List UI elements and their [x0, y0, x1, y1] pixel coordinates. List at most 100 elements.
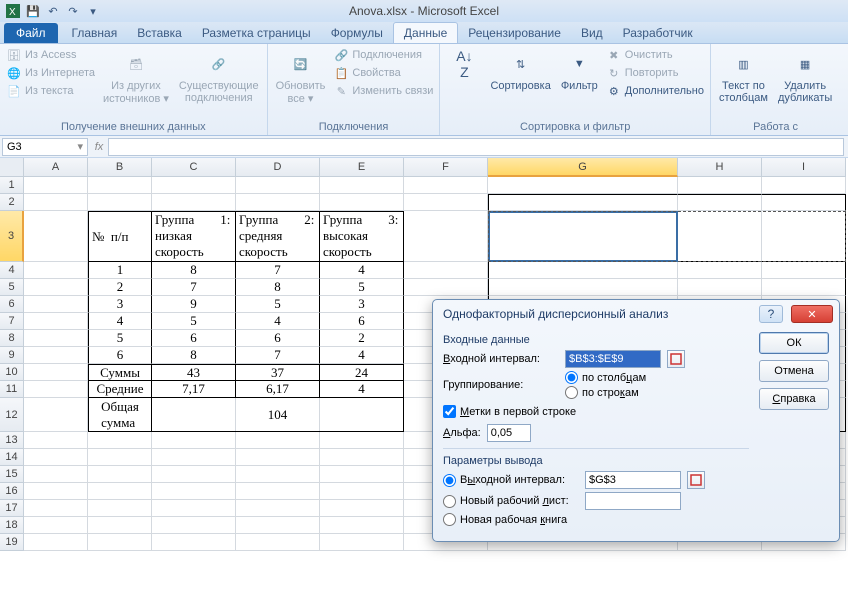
- reapply-btn[interactable]: ↻Повторить: [606, 64, 704, 82]
- cell-D11[interactable]: 6,17: [236, 381, 320, 398]
- help-button[interactable]: Справка: [759, 388, 829, 410]
- col-header-I[interactable]: I: [762, 158, 846, 177]
- cell-A14[interactable]: [24, 449, 88, 466]
- cell-B9[interactable]: 6: [88, 347, 152, 364]
- tab-developer[interactable]: Разработчик: [613, 23, 703, 43]
- cell-D19[interactable]: [236, 534, 320, 551]
- row-header-16[interactable]: 16: [0, 483, 24, 500]
- cell-B14[interactable]: [88, 449, 152, 466]
- cell-E11[interactable]: 4: [320, 381, 404, 398]
- row-header-13[interactable]: 13: [0, 432, 24, 449]
- qat-dropdown-icon[interactable]: ▾: [84, 2, 102, 20]
- cell-H4[interactable]: [678, 262, 762, 279]
- cell-D5[interactable]: 8: [236, 279, 320, 296]
- cell-A17[interactable]: [24, 500, 88, 517]
- cell-A6[interactable]: [24, 296, 88, 313]
- by-columns-radio[interactable]: по столбцам: [565, 371, 646, 384]
- cell-B13[interactable]: [88, 432, 152, 449]
- cell-G5[interactable]: [488, 279, 678, 296]
- col-header-C[interactable]: C: [152, 158, 236, 177]
- cell-B10[interactable]: Суммы: [88, 364, 152, 381]
- cell-B3[interactable]: № п/п: [88, 211, 152, 262]
- from-access[interactable]: 🗄Из Access: [6, 46, 95, 64]
- from-other[interactable]: 🗃Из других источников ▾: [101, 46, 171, 107]
- cancel-button[interactable]: Отмена: [759, 360, 829, 382]
- sort-az[interactable]: A↓Z: [446, 46, 482, 82]
- cell-D1[interactable]: [236, 177, 320, 194]
- name-box[interactable]: G3▾: [2, 138, 88, 156]
- cell-C17[interactable]: [152, 500, 236, 517]
- cell-E17[interactable]: [320, 500, 404, 517]
- cell-A8[interactable]: [24, 330, 88, 347]
- cell-G3[interactable]: [488, 211, 678, 262]
- cell-E10[interactable]: 24: [320, 364, 404, 381]
- row-header-17[interactable]: 17: [0, 500, 24, 517]
- cell-B19[interactable]: [88, 534, 152, 551]
- cell-A16[interactable]: [24, 483, 88, 500]
- cell-I5[interactable]: [762, 279, 846, 296]
- cell-E18[interactable]: [320, 517, 404, 534]
- cell-D2[interactable]: [236, 194, 320, 211]
- cell-E1[interactable]: [320, 177, 404, 194]
- new-sheet-radio[interactable]: Новый рабочий лист:: [443, 495, 579, 508]
- cell-C19[interactable]: [152, 534, 236, 551]
- cell-C14[interactable]: [152, 449, 236, 466]
- col-header-H[interactable]: H: [678, 158, 762, 177]
- cell-B8[interactable]: 5: [88, 330, 152, 347]
- cell-A10[interactable]: [24, 364, 88, 381]
- tab-pagelayout[interactable]: Разметка страницы: [192, 23, 321, 43]
- cell-B17[interactable]: [88, 500, 152, 517]
- cell-A7[interactable]: [24, 313, 88, 330]
- select-all-triangle[interactable]: [0, 158, 24, 177]
- dialog-help-icon[interactable]: ?: [759, 305, 783, 323]
- cell-A3[interactable]: [24, 211, 88, 262]
- cell-C18[interactable]: [152, 517, 236, 534]
- cell-C16[interactable]: [152, 483, 236, 500]
- cell-H5[interactable]: [678, 279, 762, 296]
- cell-B12[interactable]: Общая сумма: [88, 398, 152, 432]
- cell-H2[interactable]: [678, 194, 762, 211]
- edit-links-btn[interactable]: ✎Изменить связи: [333, 82, 433, 100]
- existing-connections[interactable]: 🔗Существующие подключения: [177, 46, 261, 106]
- cell-E7[interactable]: 6: [320, 313, 404, 330]
- cell-C12[interactable]: 104: [152, 398, 404, 432]
- cell-B1[interactable]: [88, 177, 152, 194]
- dialog-close-button[interactable]: ✕: [791, 305, 833, 323]
- save-icon[interactable]: 💾: [24, 2, 42, 20]
- row-header-1[interactable]: 1: [0, 177, 24, 194]
- tab-view[interactable]: Вид: [571, 23, 613, 43]
- from-text[interactable]: 📄Из текста: [6, 82, 95, 100]
- fx-icon[interactable]: fx: [90, 141, 108, 153]
- connections-btn[interactable]: 🔗Подключения: [333, 46, 433, 64]
- cell-A15[interactable]: [24, 466, 88, 483]
- cell-E9[interactable]: 4: [320, 347, 404, 364]
- cell-B2[interactable]: [88, 194, 152, 211]
- dialog-titlebar[interactable]: Однофакторный дисперсионный анализ ? ✕: [433, 300, 839, 328]
- cell-A1[interactable]: [24, 177, 88, 194]
- clear-btn[interactable]: ✖Очистить: [606, 46, 704, 64]
- cell-C7[interactable]: 5: [152, 313, 236, 330]
- cell-A9[interactable]: [24, 347, 88, 364]
- cell-G4[interactable]: [488, 262, 678, 279]
- col-header-D[interactable]: D: [236, 158, 320, 177]
- cell-A19[interactable]: [24, 534, 88, 551]
- undo-icon[interactable]: ↶: [44, 2, 62, 20]
- cell-C11[interactable]: 7,17: [152, 381, 236, 398]
- cell-A11[interactable]: [24, 381, 88, 398]
- row-header-8[interactable]: 8: [0, 330, 24, 347]
- ok-button[interactable]: ОК: [759, 332, 829, 354]
- cell-F4[interactable]: [404, 262, 488, 279]
- row-header-5[interactable]: 5: [0, 279, 24, 296]
- properties-btn[interactable]: 📋Свойства: [333, 64, 433, 82]
- cell-F1[interactable]: [404, 177, 488, 194]
- range-picker-icon[interactable]: [667, 350, 685, 368]
- cell-E8[interactable]: 2: [320, 330, 404, 347]
- formula-bar[interactable]: [108, 138, 844, 156]
- row-header-2[interactable]: 2: [0, 194, 24, 211]
- cell-D9[interactable]: 7: [236, 347, 320, 364]
- cell-G2[interactable]: [488, 194, 678, 211]
- redo-icon[interactable]: ↷: [64, 2, 82, 20]
- row-header-9[interactable]: 9: [0, 347, 24, 364]
- col-header-E[interactable]: E: [320, 158, 404, 177]
- cell-A12[interactable]: [24, 398, 88, 432]
